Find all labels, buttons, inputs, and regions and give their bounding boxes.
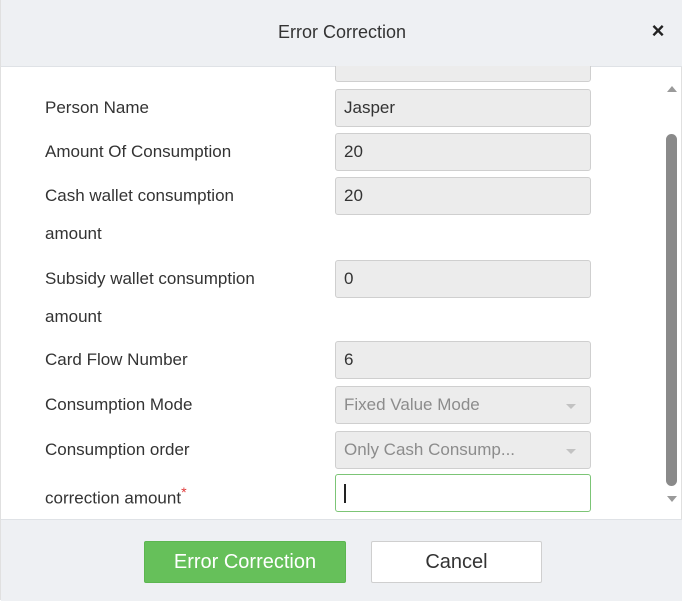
amount-of-consumption-field[interactable]: 20 [335, 133, 591, 171]
dialog-header: Error Correction × [1, 0, 682, 67]
cancel-button[interactable]: Cancel [371, 541, 542, 583]
chevron-down-icon [566, 404, 576, 409]
scrolled-previous-field[interactable] [335, 66, 591, 82]
consumption-order-value: Only Cash Consump... [344, 440, 516, 459]
scroll-up-arrow-icon[interactable] [667, 86, 677, 92]
dialog-title: Error Correction [277, 22, 407, 42]
subsidy-wallet-label-line2: amount [45, 307, 102, 326]
form-body: Person Name Jasper Amount Of Consumption… [1, 66, 682, 519]
consumption-mode-label: Consumption Mode [45, 395, 193, 414]
chevron-down-icon [566, 449, 576, 454]
correction-amount-label-text: correction amount [45, 488, 182, 508]
error-correction-dialog: Error Correction × Person Name Jasper Am… [0, 0, 682, 601]
consumption-order-label: Consumption order [45, 440, 190, 459]
consumption-mode-value: Fixed Value Mode [344, 395, 480, 414]
cash-wallet-label-line1: Cash wallet consumption [45, 186, 234, 205]
person-name-label: Person Name [45, 98, 149, 117]
person-name-field[interactable]: Jasper [335, 89, 591, 127]
scroll-down-arrow-icon[interactable] [667, 496, 677, 502]
required-asterisk: * [181, 485, 187, 501]
cash-wallet-amount-field[interactable]: 20 [335, 177, 591, 215]
scrollbar-thumb[interactable] [666, 134, 677, 486]
close-icon[interactable]: × [647, 18, 669, 44]
subsidy-wallet-amount-field[interactable]: 0 [335, 260, 591, 298]
card-flow-number-field[interactable]: 6 [335, 341, 591, 379]
dialog-footer: Error Correction Cancel [1, 519, 682, 601]
card-flow-number-label: Card Flow Number [45, 350, 188, 369]
consumption-order-select[interactable]: Only Cash Consump... [335, 431, 591, 469]
cash-wallet-label-line2: amount [45, 224, 102, 243]
subsidy-wallet-label-line1: Subsidy wallet consumption [45, 269, 255, 288]
error-correction-button[interactable]: Error Correction [144, 541, 346, 583]
correction-amount-label: correction amount* [45, 475, 187, 517]
vertical-scrollbar[interactable] [665, 72, 679, 510]
amount-of-consumption-label: Amount Of Consumption [45, 142, 232, 161]
correction-amount-input[interactable] [335, 474, 591, 512]
consumption-mode-select[interactable]: Fixed Value Mode [335, 386, 591, 424]
text-cursor [344, 484, 346, 503]
